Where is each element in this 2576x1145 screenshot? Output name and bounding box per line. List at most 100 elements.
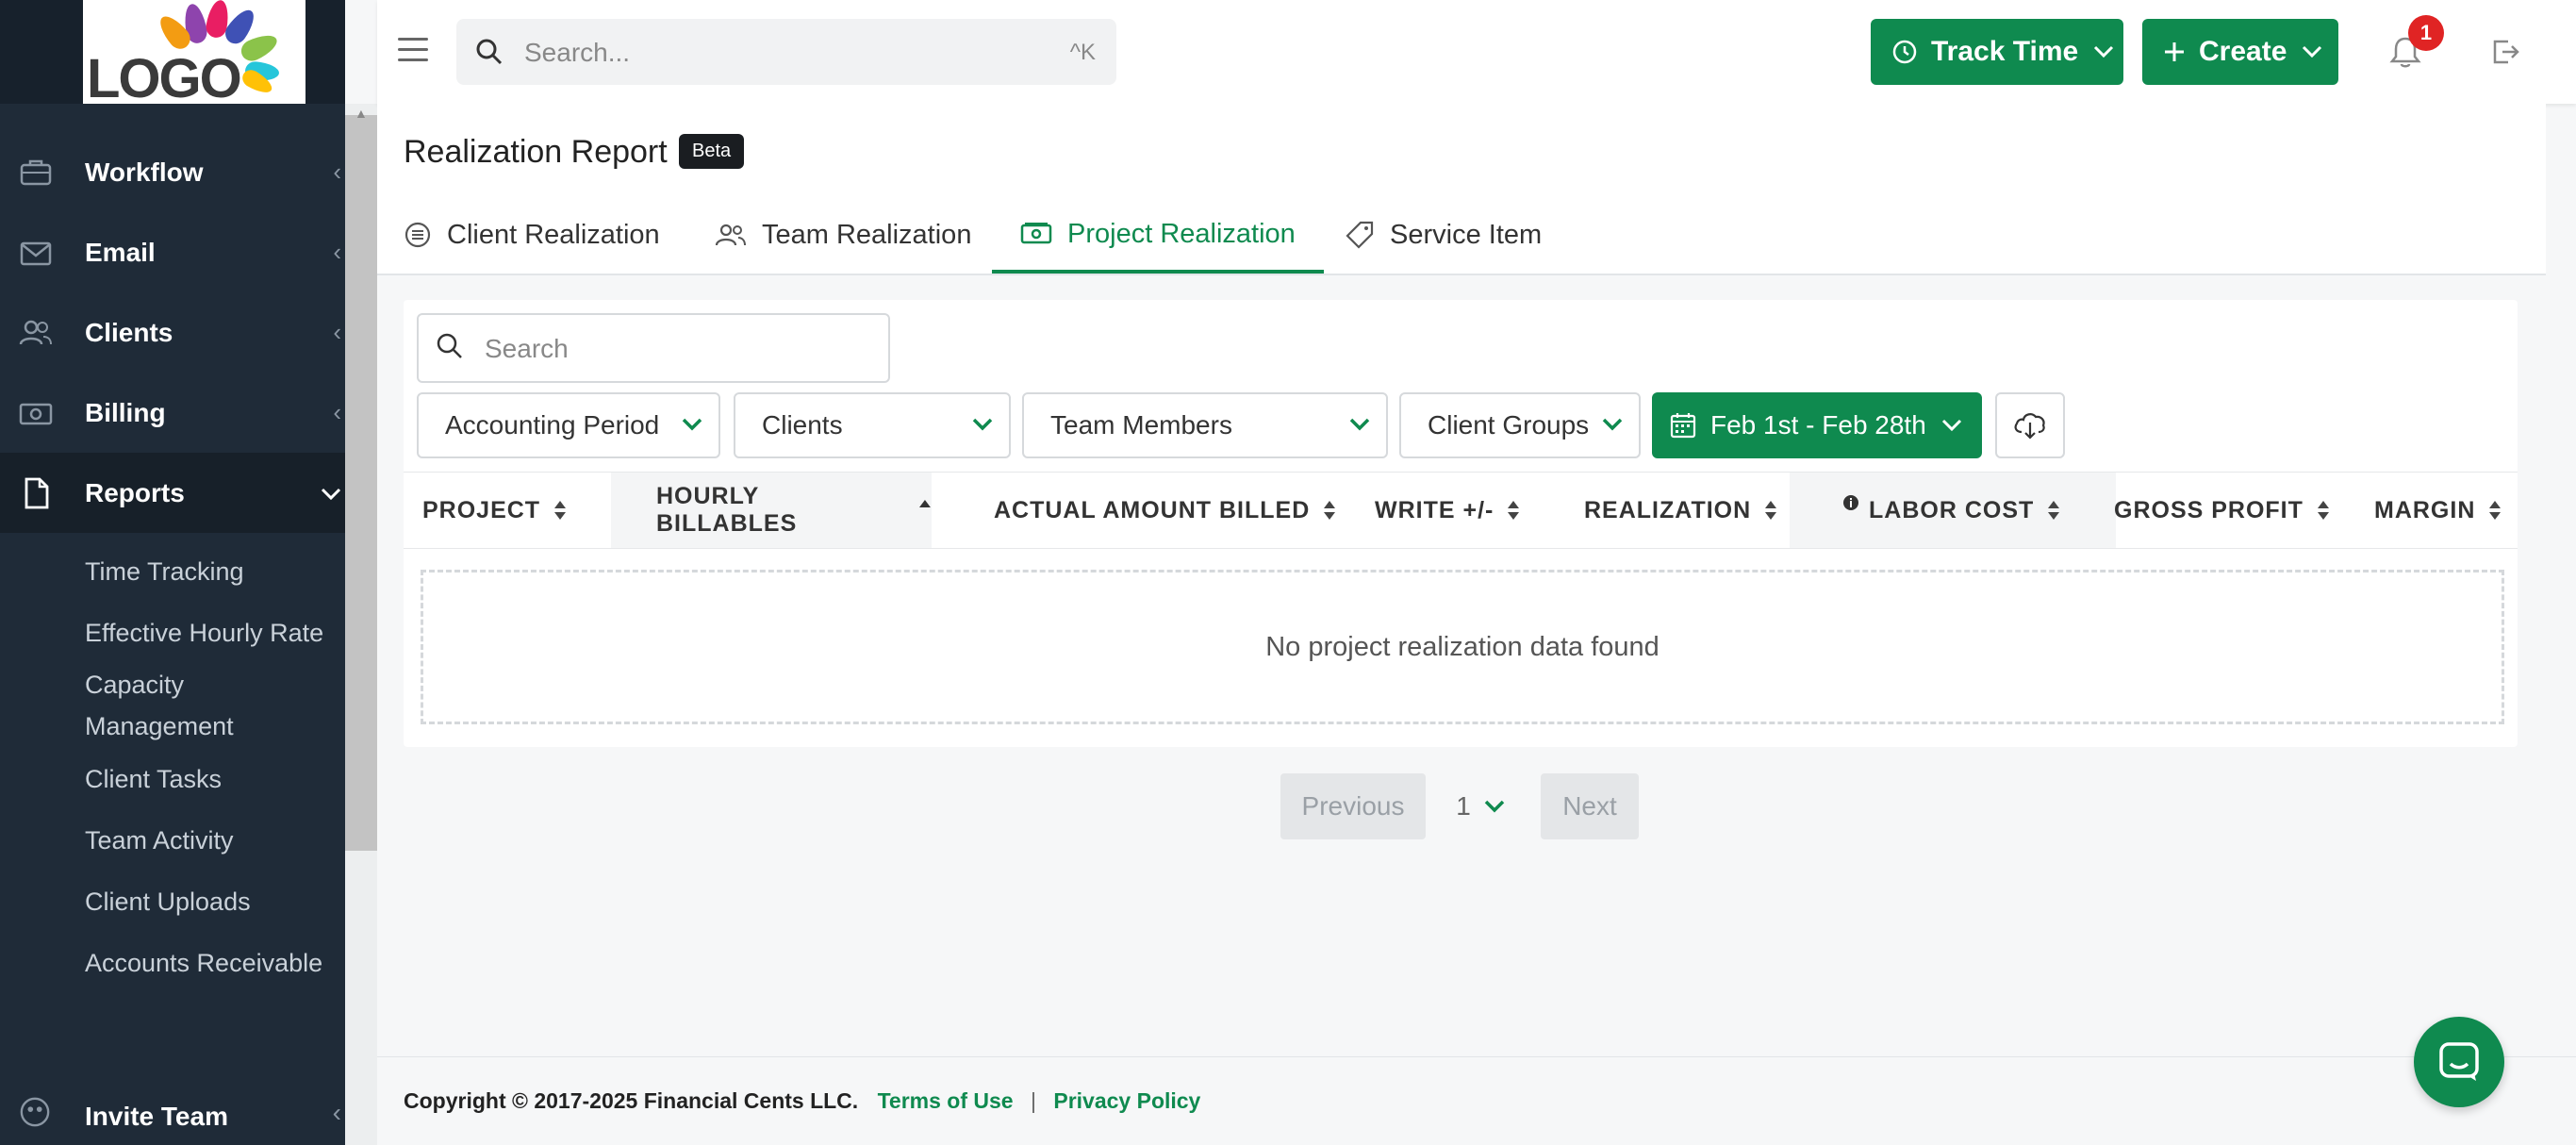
submenu-item-label: Capacity Management [85,671,234,740]
column-label: ACTUAL AMOUNT BILLED [994,496,1311,523]
notification-badge: 1 [2408,15,2444,51]
clients-dropdown[interactable]: Clients [734,392,1011,458]
footer: Copyright © 2017-2025 Financial Cents LL… [404,1088,1200,1114]
column-header-margin[interactable]: MARGIN [2374,473,2502,548]
page-number: 1 [1456,791,1471,821]
create-button[interactable]: Create [2142,19,2338,85]
column-label: HOURLY BILLABLES [656,483,798,537]
chevron-down-icon [1941,419,1961,432]
report-tabs: Client Realization Team Realization Proj… [377,198,2546,275]
tab-label: Client Realization [447,219,660,250]
previous-page-button[interactable]: Previous [1280,773,1426,839]
sort-icon [1508,501,1520,520]
column-header-labor-cost[interactable]: LABOR COST [1790,473,2116,548]
submenu-item-client-uploads[interactable]: Client Uploads [85,871,345,932]
column-label: GROSS PROFIT [2114,496,2304,523]
column-header-project[interactable]: PROJECT [422,473,567,548]
logout-icon[interactable] [2491,38,2521,66]
table-search-input[interactable]: Search [417,313,890,383]
page-select[interactable]: 1 [1443,773,1518,839]
submenu-item-accounts-receivable[interactable]: Accounts Receivable [85,932,345,993]
chevron-left-icon: ‹ [333,318,341,346]
column-header-write[interactable]: WRITE +/- [1375,473,1520,548]
chevron-down-icon [1602,418,1623,431]
date-range-button[interactable]: Feb 1st - Feb 28th [1652,392,1982,458]
column-label: PROJECT [422,496,541,523]
page-title: Realization Report [404,134,668,170]
briefcase-icon [20,159,52,185]
tag-icon [1346,221,1374,249]
sort-icon [2317,501,2329,520]
column-header-actual-amount-billed[interactable]: ACTUAL AMOUNT BILLED [994,473,1336,548]
sidebar-item-reports[interactable]: Reports [0,453,345,533]
tab-label: Project Realization [1067,218,1296,249]
sidebar-item-label: Reports [85,477,185,507]
sidebar-item-workflow[interactable]: Workflow ‹ [0,132,345,212]
sort-icon [2489,501,2502,520]
sidebar-item-email[interactable]: Email ‹ [0,212,345,292]
accounting-period-dropdown[interactable]: Accounting Period [417,392,720,458]
money-icon [19,403,53,424]
column-header-gross-profit[interactable]: GROSS PROFIT [2114,473,2330,548]
calendar-icon [1670,413,1696,439]
tab-project-realization[interactable]: Project Realization [992,198,1324,274]
tab-team-realization[interactable]: Team Realization [715,198,971,272]
column-label: LABOR COST [1869,496,2035,523]
chevron-down-icon [2303,45,2322,58]
tab-client-realization[interactable]: Client Realization [404,198,660,272]
logo[interactable]: LOGO [83,0,305,109]
chevron-left-icon: ‹ [333,238,341,266]
sidebar-nav: Workflow ‹ Email ‹ Clients ‹ Billing ‹ R… [0,132,345,993]
filter-label: Accounting Period [445,410,660,440]
users-icon [715,224,746,246]
client-groups-dropdown[interactable]: Client Groups [1399,392,1641,458]
sidebar: LOGO Workflow ‹ Email ‹ Clients ‹ Billin… [0,0,345,1145]
sort-icon [1765,501,1777,520]
sidebar-item-billing[interactable]: Billing ‹ [0,373,345,453]
chat-icon [2439,1042,2479,1081]
chat-support-button[interactable] [2414,1017,2504,1107]
chevron-left-icon: ‹ [333,398,341,426]
submenu-item-team-activity[interactable]: Team Activity [85,809,345,871]
column-header-hourly-billables[interactable]: HOURLY BILLABLES [611,473,932,548]
sidebar-item-label: Billing [85,397,166,427]
tab-label: Team Realization [762,219,972,250]
column-header-realization[interactable]: REALIZATION [1584,473,1777,548]
chevron-left-icon: ‹ [333,158,341,186]
table-header: PROJECT HOURLY BILLABLES ACTUAL AMOUNT B… [404,472,2518,549]
tab-label: Service Item [1390,219,1543,250]
envelope-icon [20,241,52,265]
privacy-policy-link[interactable]: Privacy Policy [1053,1088,1200,1113]
track-time-button[interactable]: Track Time [1871,19,2123,85]
sort-icon [554,501,567,520]
info-icon[interactable] [1842,494,1859,511]
clock-icon [1892,40,1917,64]
sidebar-item-label: Email [85,237,156,267]
search-icon [476,39,503,65]
submenu-item-effective-hourly-rate[interactable]: Effective Hourly Rate [85,602,345,663]
create-label: Create [2199,36,2287,67]
tab-service-item[interactable]: Service Item [1345,198,1542,272]
chevron-down-icon [1484,800,1505,813]
filter-label: Team Members [1050,410,1232,440]
footer-separator: | [1030,1088,1036,1113]
document-icon [25,477,49,508]
global-search-input[interactable]: Search... ^K [456,19,1116,85]
team-members-dropdown[interactable]: Team Members [1022,392,1388,458]
top-bar: Search... ^K Track Time Create [377,0,2576,104]
sidebar-item-label: Clients [85,317,173,347]
filter-label: Client Groups [1428,410,1590,440]
sidebar-item-invite-team[interactable]: Invite Team ‹ [0,1083,345,1145]
hamburger-menu-icon[interactable] [398,38,428,64]
submenu-item-client-tasks[interactable]: Client Tasks [85,748,345,809]
sidebar-item-clients[interactable]: Clients ‹ [0,292,345,373]
scroll-up-arrow-icon[interactable]: ▲ [355,106,368,121]
submenu-item-capacity-management[interactable]: Capacity Management [85,663,345,748]
submenu-item-time-tracking[interactable]: Time Tracking [85,540,345,602]
sidebar-scrollbar-thumb[interactable] [345,115,377,851]
download-button[interactable] [1995,392,2065,458]
money-icon [1020,223,1052,244]
terms-of-use-link[interactable]: Terms of Use [878,1088,1014,1113]
next-page-button[interactable]: Next [1541,773,1639,839]
sort-icon [2048,501,2060,520]
